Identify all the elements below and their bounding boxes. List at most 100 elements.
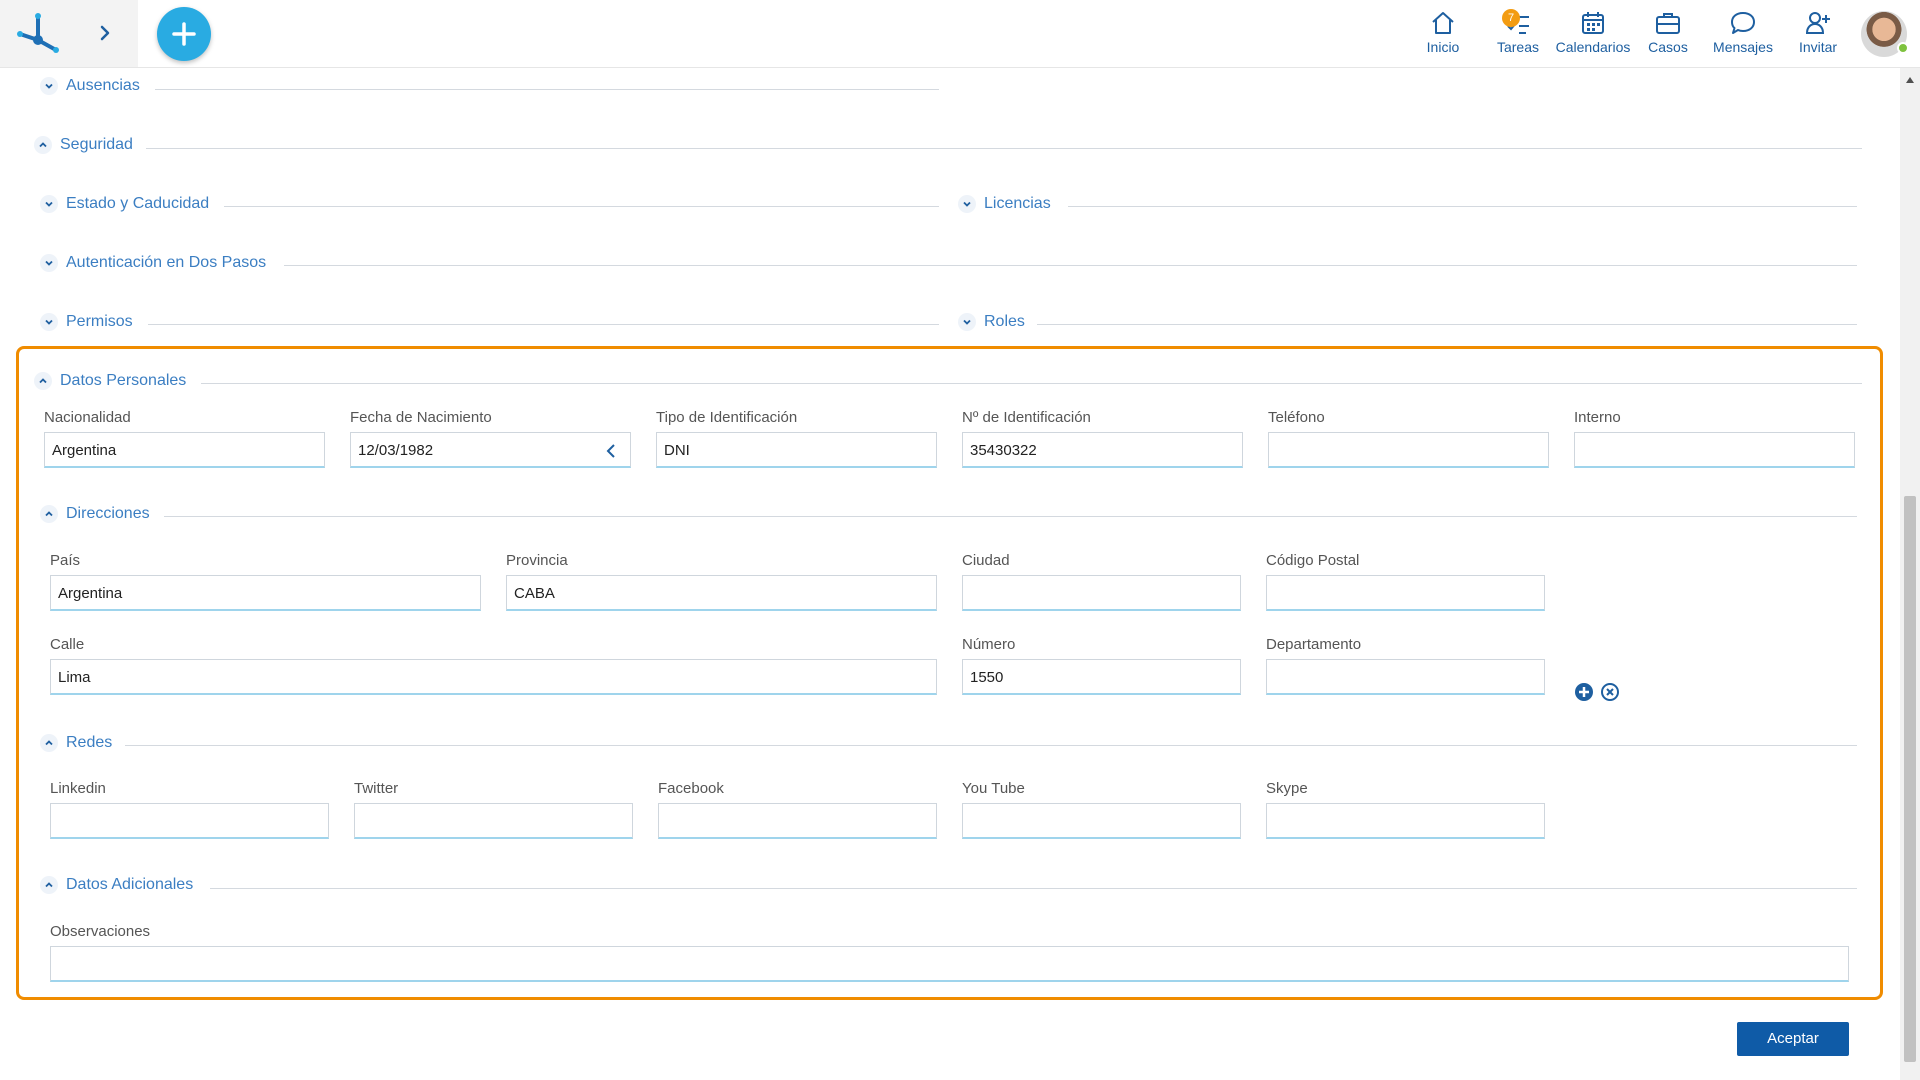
add-user-icon bbox=[1805, 12, 1830, 34]
departamento-field[interactable] bbox=[1266, 659, 1545, 695]
numero-field[interactable]: 1550 bbox=[962, 659, 1241, 695]
skype-label: Skype bbox=[1266, 780, 1308, 797]
chevron-up-icon bbox=[40, 505, 58, 523]
section-title: Licencias bbox=[984, 195, 1051, 212]
divider bbox=[284, 265, 1857, 266]
online-status-indicator bbox=[1897, 42, 1909, 54]
section-title: Permisos bbox=[66, 313, 133, 330]
section-title: Datos Personales bbox=[60, 372, 187, 389]
app-logo-icon[interactable] bbox=[14, 10, 62, 58]
section-title: Direcciones bbox=[66, 505, 150, 522]
scrollbar[interactable] bbox=[1900, 68, 1920, 1080]
add-address-icon[interactable] bbox=[1574, 682, 1594, 702]
chevron-up-icon bbox=[40, 876, 58, 894]
chevron-right-icon[interactable] bbox=[92, 20, 118, 46]
chevron-down-icon bbox=[40, 254, 58, 272]
section-estado-caducidad[interactable]: Estado y Caducidad bbox=[40, 192, 209, 216]
telefono-label: Teléfono bbox=[1268, 409, 1325, 426]
chevron-up-icon bbox=[34, 136, 52, 154]
add-button[interactable] bbox=[157, 7, 211, 61]
twitter-field[interactable] bbox=[354, 803, 633, 839]
linkedin-field[interactable] bbox=[50, 803, 329, 839]
ciudad-field[interactable] bbox=[962, 575, 1241, 611]
chevron-down-icon bbox=[958, 195, 976, 213]
plus-icon bbox=[172, 22, 196, 46]
fecha-nacimiento-label: Fecha de Nacimiento bbox=[350, 409, 492, 426]
nav-inicio[interactable]: Inicio bbox=[1405, 9, 1481, 59]
observaciones-field[interactable] bbox=[50, 946, 1849, 982]
nav-calendarios[interactable]: Calendarios bbox=[1555, 9, 1631, 59]
chevron-up-icon bbox=[40, 734, 58, 752]
logo-area bbox=[0, 0, 138, 67]
chat-icon bbox=[1731, 12, 1755, 34]
scroll-up-icon[interactable] bbox=[1905, 76, 1915, 84]
divider bbox=[146, 148, 1862, 149]
provincia-label: Provincia bbox=[506, 552, 568, 569]
calle-field[interactable]: Lima bbox=[50, 659, 937, 695]
section-datos-personales[interactable]: Datos Personales bbox=[34, 369, 186, 393]
section-title: Datos Adicionales bbox=[66, 876, 194, 893]
section-title: Seguridad bbox=[60, 136, 133, 153]
scrollbar-thumb[interactable] bbox=[1904, 496, 1916, 1062]
divider bbox=[210, 888, 1857, 889]
divider bbox=[155, 89, 939, 90]
home-icon bbox=[1432, 12, 1454, 34]
nro-identificacion-field[interactable]: 35430322 bbox=[962, 432, 1243, 468]
twitter-label: Twitter bbox=[354, 780, 399, 797]
nav-invitar[interactable]: Invitar bbox=[1780, 9, 1856, 59]
nacionalidad-label: Nacionalidad bbox=[44, 409, 131, 426]
facebook-field[interactable] bbox=[658, 803, 937, 839]
ciudad-label: Ciudad bbox=[962, 552, 1010, 569]
section-title: Autenticación en Dos Pasos bbox=[66, 254, 267, 271]
nav-mensajes[interactable]: Mensajes bbox=[1705, 9, 1781, 59]
section-permisos[interactable]: Permisos bbox=[40, 310, 133, 334]
divider bbox=[1068, 206, 1857, 207]
provincia-field[interactable]: CABA bbox=[506, 575, 937, 611]
pais-field[interactable]: Argentina bbox=[50, 575, 481, 611]
codigo-postal-field[interactable] bbox=[1266, 575, 1545, 611]
accept-button[interactable]: Aceptar bbox=[1737, 1022, 1849, 1056]
interno-field[interactable] bbox=[1574, 432, 1855, 468]
telefono-field[interactable] bbox=[1268, 432, 1549, 468]
section-licencias[interactable]: Licencias bbox=[958, 192, 1051, 216]
section-autenticacion[interactable]: Autenticación en Dos Pasos bbox=[40, 251, 266, 275]
section-title: Roles bbox=[984, 313, 1025, 330]
facebook-label: Facebook bbox=[658, 780, 724, 797]
chevron-up-icon bbox=[34, 372, 52, 390]
section-redes[interactable]: Redes bbox=[40, 731, 112, 755]
section-seguridad[interactable]: Seguridad bbox=[34, 133, 133, 157]
chevron-left-icon[interactable] bbox=[604, 443, 618, 459]
tasks-count-badge: 7 bbox=[1502, 9, 1520, 27]
skype-field[interactable] bbox=[1266, 803, 1545, 839]
divider bbox=[125, 745, 1857, 746]
interno-label: Interno bbox=[1574, 409, 1621, 426]
calle-label: Calle bbox=[50, 636, 85, 653]
youtube-field[interactable] bbox=[962, 803, 1241, 839]
nav-casos[interactable]: Casos bbox=[1630, 9, 1706, 59]
section-ausencias[interactable]: Ausencias bbox=[40, 74, 140, 98]
fecha-nacimiento-value: 12/03/1982 bbox=[358, 442, 434, 459]
section-roles[interactable]: Roles bbox=[958, 310, 1025, 334]
tipo-identificacion-field[interactable]: DNI bbox=[656, 432, 937, 468]
section-datos-adicionales[interactable]: Datos Adicionales bbox=[40, 873, 193, 897]
tipo-identificacion-label: Tipo de Identificación bbox=[656, 409, 798, 426]
numero-label: Número bbox=[962, 636, 1016, 653]
chevron-down-icon bbox=[40, 313, 58, 331]
linkedin-label: Linkedin bbox=[50, 780, 106, 797]
chevron-down-icon bbox=[40, 77, 58, 95]
divider bbox=[224, 206, 939, 207]
nav-tareas[interactable]: 7 Tareas bbox=[1480, 9, 1556, 59]
chevron-down-icon bbox=[40, 195, 58, 213]
chevron-down-icon bbox=[958, 313, 976, 331]
nav-label: Mensajes bbox=[1713, 39, 1773, 55]
nav-label: Tareas bbox=[1496, 39, 1540, 55]
nacionalidad-field[interactable]: Argentina bbox=[44, 432, 325, 468]
pais-label: País bbox=[50, 552, 81, 569]
top-bar: Inicio 7 Tareas Calendarios Casos Mensaj… bbox=[0, 0, 1920, 68]
nav-label: Calendarios bbox=[1555, 39, 1631, 55]
section-direcciones[interactable]: Direcciones bbox=[40, 502, 150, 526]
calendar-icon bbox=[1582, 12, 1604, 34]
nav-label: Inicio bbox=[1426, 39, 1460, 55]
remove-address-icon[interactable] bbox=[1600, 682, 1620, 702]
fecha-nacimiento-field[interactable]: 12/03/1982 bbox=[350, 432, 631, 468]
